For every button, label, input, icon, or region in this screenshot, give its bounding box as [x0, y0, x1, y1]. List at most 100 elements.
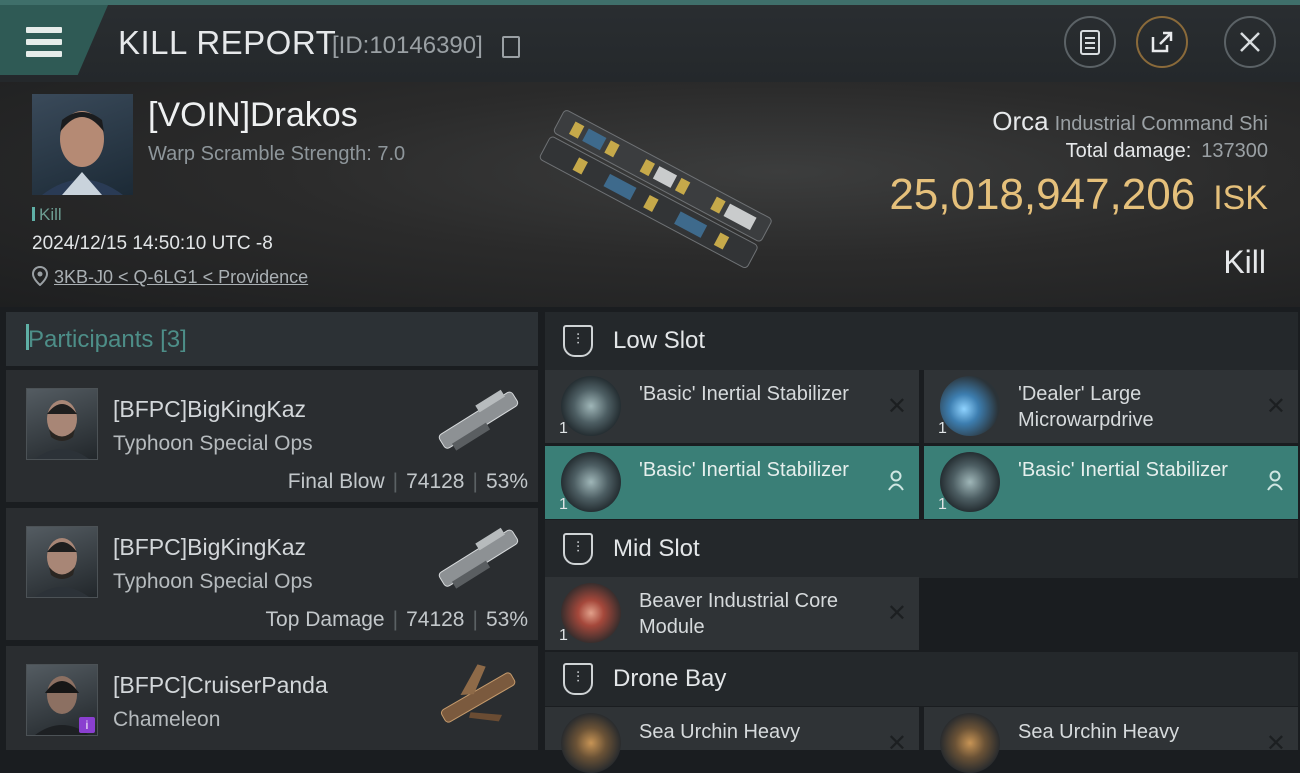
ship-type: Orca	[992, 106, 1049, 136]
drone-name: Sea Urchin Heavy	[639, 721, 801, 743]
module-name: 'Basic' Inertial Stabilizer	[1018, 459, 1228, 481]
module-quantity: 1	[559, 420, 568, 437]
destroyed-icon: ✕	[886, 393, 907, 420]
share-button[interactable]	[1136, 16, 1188, 68]
module-name: 'Basic' Inertial Stabilizer	[639, 459, 849, 481]
portrait-image	[42, 111, 123, 195]
participant-ship: Chameleon	[113, 708, 221, 731]
participant-card[interactable]: [BFPC]BigKingKaz Typhoon Special Ops Fin…	[6, 370, 538, 502]
inertial-stabilizer-icon	[561, 452, 621, 512]
clipboard-icon	[1080, 30, 1100, 55]
module-item[interactable]: 1 'Basic' Inertial Stabilizer	[545, 446, 919, 519]
menu-icon	[26, 27, 62, 33]
copy-icon[interactable]	[502, 36, 520, 58]
ship-name[interactable]: Orca Industrial Command Shi	[992, 106, 1268, 137]
destroyed-icon: ✕	[1265, 730, 1286, 757]
participant-avatar	[26, 526, 98, 598]
close-icon	[1240, 32, 1260, 52]
module-item[interactable]: 1 'Dealer' Large Microwarpdrive ✕	[924, 370, 1298, 443]
module-name: Beaver Industrial Core Module	[639, 590, 838, 638]
participants-title: Participants [3]	[28, 326, 187, 354]
participant-ship-image	[440, 664, 516, 723]
drone-item[interactable]: Sea Urchin Heavy ✕	[545, 707, 919, 773]
dropped-person-icon	[888, 470, 904, 491]
victim-name[interactable]: [VOIN]Drakos	[148, 96, 358, 135]
low-slot-icon: ⫶	[563, 325, 593, 357]
participant-card[interactable]: [BFPC]BigKingKaz Typhoon Special Ops Top…	[6, 508, 538, 640]
industrial-core-icon	[561, 583, 621, 643]
mid-slot-header: ⫶ Mid Slot	[545, 520, 1298, 578]
module-quantity: 1	[559, 496, 568, 513]
low-slot-header: ⫶ Low Slot	[545, 312, 1298, 370]
module-name: 'Basic' Inertial Stabilizer	[639, 383, 849, 405]
participant-avatar	[26, 388, 98, 460]
module-quantity: 1	[938, 420, 947, 437]
warp-scramble-strength: Warp Scramble Strength: 7.0	[148, 143, 406, 165]
drone-bay-icon: ⫶	[563, 663, 593, 695]
location-link[interactable]: 3KB-J0 < Q-6LG1 < Providence	[54, 267, 308, 288]
participant-name: [BFPC]CruiserPanda	[113, 672, 328, 698]
participant-name: [BFPC]BigKingKaz	[113, 534, 307, 560]
participant-ship: Typhoon Special Ops	[113, 570, 313, 593]
destroyed-icon: ✕	[886, 730, 907, 757]
module-item[interactable]: 1 'Basic' Inertial Stabilizer	[924, 446, 1298, 519]
microwarpdrive-icon	[940, 376, 1000, 436]
isk-amount: 25,018,947,206	[889, 170, 1196, 219]
total-damage-label: Total damage:	[1065, 140, 1192, 162]
drone-bay-label: Drone Bay	[613, 665, 727, 692]
participant-role: Top Damage	[265, 608, 385, 631]
total-damage-value: 137300	[1201, 140, 1268, 162]
kill-tag-label: Kill	[39, 205, 62, 224]
participant-avatar: i	[26, 664, 98, 736]
inertial-stabilizer-icon	[561, 376, 621, 436]
kill-tag: Kill	[32, 205, 62, 225]
heavy-drone-icon	[561, 713, 621, 773]
module-quantity: 1	[938, 496, 947, 513]
heavy-drone-icon	[940, 713, 1000, 773]
info-badge-icon: i	[79, 717, 95, 733]
location-pin-icon	[31, 265, 49, 291]
close-button[interactable]	[1224, 16, 1276, 68]
module-item[interactable]: 1 'Basic' Inertial Stabilizer ✕	[545, 370, 919, 443]
participant-name: [BFPC]BigKingKaz	[113, 396, 307, 422]
dropped-person-icon	[1267, 470, 1283, 491]
mid-slot-label: Mid Slot	[613, 535, 700, 562]
participant-damage: 74128	[406, 470, 465, 493]
kill-result: Kill	[1223, 244, 1266, 280]
participant-percent: 53%	[485, 470, 528, 493]
participant-stats: Final Blow | 74128 | 53%	[287, 470, 528, 493]
inertial-stabilizer-icon	[940, 452, 1000, 512]
drone-bay-header: ⫶ Drone Bay	[545, 652, 1298, 706]
menu-icon-bar	[26, 39, 62, 45]
participants-label: Participants	[28, 326, 154, 353]
module-quantity: 1	[559, 627, 568, 644]
header-accent-line	[0, 0, 1300, 5]
victim-avatar[interactable]	[32, 94, 133, 195]
participant-ship-image	[438, 527, 519, 589]
kill-id: [ID:10146390]	[332, 32, 483, 59]
share-icon	[1151, 31, 1173, 53]
kill-timestamp: 2024/12/15 14:50:10 UTC -8	[32, 233, 273, 254]
participant-ship-image	[438, 389, 519, 451]
drone-item[interactable]: Sea Urchin Heavy ✕	[924, 707, 1298, 773]
menu-icon-bar	[26, 51, 62, 57]
module-name: 'Dealer' Large Microwarpdrive	[1018, 383, 1154, 431]
page-title: KILL REPORT	[118, 24, 337, 61]
mid-slot-icon: ⫶	[563, 533, 593, 565]
clipboard-button[interactable]	[1064, 16, 1116, 68]
drone-name: Sea Urchin Heavy	[1018, 721, 1180, 743]
ship-image	[539, 110, 772, 269]
module-item[interactable]: 1 Beaver Industrial Core Module ✕	[545, 577, 919, 650]
destroyed-icon: ✕	[1265, 393, 1286, 420]
low-slot-label: Low Slot	[613, 327, 706, 354]
participant-card[interactable]: i [BFPC]CruiserPanda Chameleon	[6, 646, 538, 750]
participant-damage: 74128	[406, 608, 465, 631]
participants-count: [3]	[160, 326, 187, 353]
participant-stats: Top Damage | 74128 | 53%	[265, 608, 528, 631]
participant-percent: 53%	[485, 608, 528, 631]
participant-role: Final Blow	[287, 470, 385, 493]
isk-value: 25,018,947,206 ISK	[889, 170, 1268, 220]
isk-unit: ISK	[1213, 179, 1268, 217]
ship-class: Industrial Command Shi	[1054, 113, 1268, 135]
participant-ship: Typhoon Special Ops	[113, 432, 313, 455]
